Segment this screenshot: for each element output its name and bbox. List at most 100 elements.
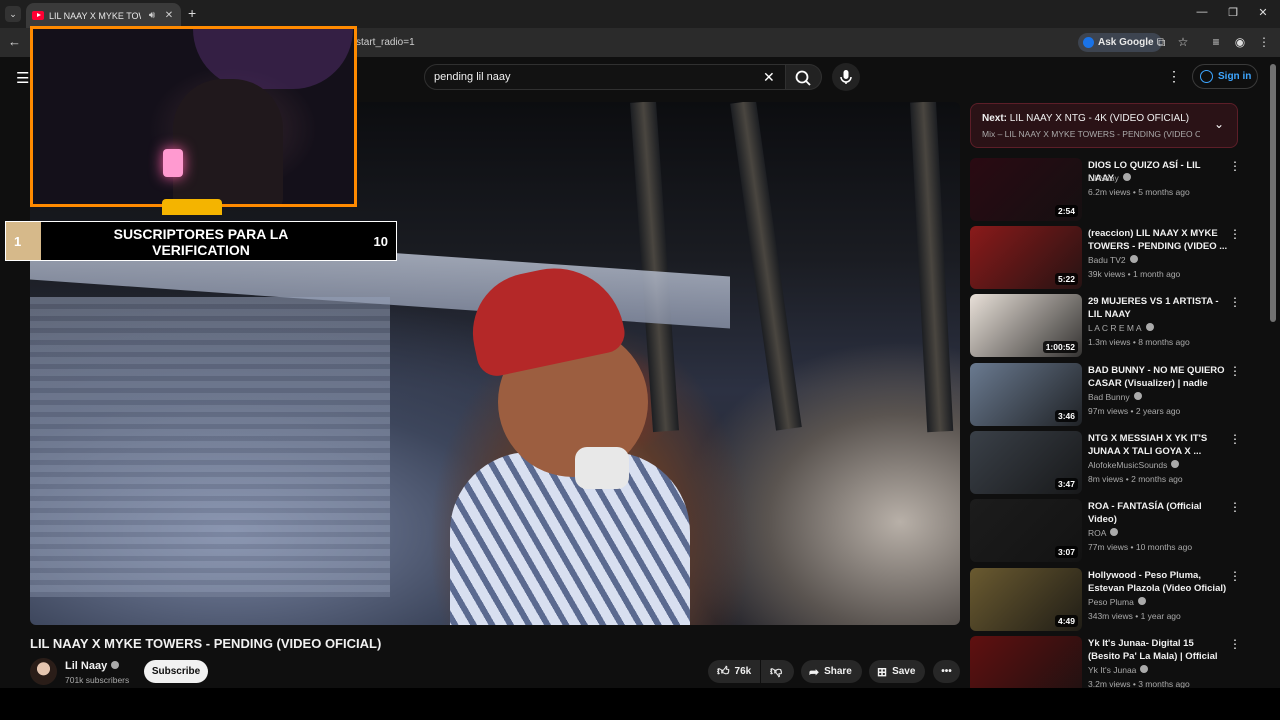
recommended-video[interactable]: 5:22 (reaccion) LIL NAAY X MYKE TOWERS - …: [970, 226, 1255, 290]
like-count: 76k: [734, 666, 752, 677]
up-next-mix[interactable]: Next: LIL NAAY X NTG - 4K (VIDEO OFICIAL…: [970, 103, 1238, 148]
video-options-kebab-icon[interactable]: ⋮: [1229, 500, 1241, 514]
recommended-channel: ROA: [1088, 528, 1119, 538]
recommended-video-meta: 39k views • 1 month ago: [1088, 269, 1181, 279]
recommended-video-title[interactable]: ROA - FANTASÍA (Official Video): [1088, 500, 1228, 526]
recommended-video[interactable]: 3:46 BAD BUNNY - NO ME QUIERO CASAR (Visu…: [970, 363, 1255, 427]
search-button[interactable]: [786, 64, 822, 90]
recommended-channel: Badu TV2: [1088, 255, 1138, 265]
streamer-webcam: [30, 26, 357, 207]
share-button[interactable]: ➦ Share: [801, 660, 862, 683]
settings-kebab-icon[interactable]: ⋮: [1167, 68, 1181, 85]
voice-search-button[interactable]: [832, 63, 860, 91]
recommended-video-title[interactable]: NTG X MESSIAH X YK IT'S JUNAA X TALI GOY…: [1088, 432, 1228, 458]
more-actions-button[interactable]: •••: [933, 660, 960, 683]
browser-tab[interactable]: LIL NAAY X MYKE TOWERS 🔊︎ ✕: [26, 3, 181, 28]
video-frame-shirt: [450, 452, 690, 625]
recommended-video-title[interactable]: Yk It's Junaa- Digital 15 (Besito Pa' La…: [1088, 637, 1228, 663]
restore-icon[interactable]: ❐: [1226, 6, 1240, 19]
youtube-favicon-icon: [32, 11, 44, 20]
video-options-kebab-icon[interactable]: ⋮: [1229, 569, 1241, 583]
recommended-channel: Lil Naay: [1088, 173, 1131, 183]
video-options-kebab-icon[interactable]: ⋮: [1229, 227, 1241, 241]
user-icon: [1200, 70, 1213, 83]
ask-google-button[interactable]: Ask Google: [1078, 33, 1162, 52]
recommended-video-title[interactable]: 29 MUJERES VS 1 ARTISTA - LIL NAAY: [1088, 295, 1228, 321]
up-next-video-title: LIL NAAY X NTG - 4K (VIDEO OFICIAL): [1009, 113, 1190, 124]
recommended-video[interactable]: 4:49 Hollywood - Peso Pluma, Estevan Plaz…: [970, 568, 1255, 632]
tab-search-icon[interactable]: ⌄: [5, 6, 21, 22]
channel-avatar[interactable]: [30, 658, 57, 685]
address-bar[interactable]: start_radio=1: [356, 37, 415, 48]
close-tab-icon[interactable]: ✕: [163, 10, 175, 21]
search-input[interactable]: pending lil naay ✕: [424, 64, 786, 90]
video-frame-wall: [30, 297, 390, 597]
verified-icon: [1145, 323, 1154, 331]
bookmark-star-icon[interactable]: ☆: [1176, 35, 1190, 49]
clear-search-icon[interactable]: ✕: [763, 69, 775, 86]
channel-name-text[interactable]: Lil Naay: [65, 660, 107, 672]
video-options-kebab-icon[interactable]: ⋮: [1229, 159, 1241, 173]
video-title: LIL NAAY X MYKE TOWERS - PENDING (VIDEO …: [30, 636, 382, 651]
video-thumbnail[interactable]: 1:00:52: [970, 294, 1082, 357]
verified-icon: [1110, 528, 1119, 536]
video-thumbnail[interactable]: 3:07: [970, 499, 1082, 562]
back-arrow-icon[interactable]: ←: [8, 34, 21, 49]
more-horizontal-icon: •••: [941, 666, 952, 677]
page-scrollbar[interactable]: [1270, 64, 1276, 322]
video-options-kebab-icon[interactable]: ⋮: [1229, 295, 1241, 309]
video-thumbnail[interactable]: 3:46: [970, 363, 1082, 426]
recommended-video-title[interactable]: (reaccion) LIL NAAY X MYKE TOWERS - PEND…: [1088, 227, 1228, 253]
sign-in-button[interactable]: Sign in: [1192, 64, 1258, 89]
video-options-kebab-icon[interactable]: ⋮: [1229, 432, 1241, 446]
audio-playing-icon[interactable]: 🔊︎: [146, 10, 158, 21]
recommended-video[interactable]: 3:47 NTG X MESSIAH X YK IT'S JUNAA X TALI…: [970, 431, 1255, 495]
share-label: Share: [824, 666, 852, 677]
recommended-video-meta: 1.3m views • 8 months ago: [1088, 337, 1190, 347]
recommended-channel: AlofokeMusicSounds: [1088, 460, 1180, 470]
video-thumbnail[interactable]: 5:22: [970, 226, 1082, 289]
verified-icon: [1133, 392, 1142, 400]
thumbs-up-icon: 👍︎: [717, 664, 730, 678]
webcam-person: [173, 79, 283, 204]
streamer-logo: [162, 199, 222, 215]
dislike-button[interactable]: 👎︎: [761, 660, 794, 683]
recommended-channel-name: ROA: [1088, 528, 1107, 538]
media-controls-icon[interactable]: ≡: [1209, 35, 1223, 49]
close-window-icon[interactable]: ✕: [1256, 6, 1270, 19]
profile-icon[interactable]: ◉: [1233, 35, 1247, 49]
subscriber-goal-bar: 1 SUSCRIPTORES PARA LA VERIFICATION 10: [5, 221, 397, 261]
like-button[interactable]: 👍︎ 76k: [708, 660, 760, 683]
save-button[interactable]: ⊞ Save: [869, 660, 925, 683]
recommended-video-title[interactable]: Hollywood - Peso Pluma, Estevan Plazola …: [1088, 569, 1228, 595]
recommended-channel-name: Yk It's Junaa: [1088, 665, 1137, 675]
recommended-video[interactable]: 3:07 ROA - FANTASÍA (Official Video) ROA 77…: [970, 499, 1255, 563]
recommended-channel-name: L A C R E M A: [1088, 323, 1142, 333]
verified-icon: [111, 661, 120, 669]
video-duration: 4:49: [1054, 615, 1078, 627]
video-options-kebab-icon[interactable]: ⋮: [1229, 637, 1241, 651]
channel-name[interactable]: Lil Naay: [65, 660, 120, 672]
install-app-icon[interactable]: ⧉: [1154, 35, 1168, 50]
video-thumbnail[interactable]: 3:47: [970, 431, 1082, 494]
recommended-video-meta: 343m views • 1 year ago: [1088, 611, 1181, 621]
recommended-video[interactable]: 2:54 DIOS LO QUIZO ASÍ - LIL NAAY Lil Naay…: [970, 158, 1255, 222]
hamburger-menu-icon[interactable]: ☰: [16, 69, 29, 87]
new-tab-icon[interactable]: +: [188, 5, 196, 21]
recommended-video[interactable]: 1:00:52 29 MUJERES VS 1 ARTISTA - LIL NAA…: [970, 294, 1255, 358]
browser-menu-icon[interactable]: ⋮: [1257, 35, 1271, 49]
recommended-video-meta: 77m views • 10 months ago: [1088, 542, 1193, 552]
goal-title: SUSCRIPTORES PARA LA VERIFICATION: [113, 226, 289, 258]
minimize-icon[interactable]: —: [1195, 6, 1209, 18]
video-options-kebab-icon[interactable]: ⋮: [1229, 364, 1241, 378]
subscribe-button[interactable]: Subscribe: [144, 660, 208, 683]
tab-title: LIL NAAY X MYKE TOWERS: [49, 10, 141, 21]
chevron-down-icon[interactable]: ⌄: [1214, 117, 1224, 131]
up-next-prefix: Next:: [982, 113, 1008, 124]
subscriber-count: 701k subscribers: [65, 675, 130, 685]
video-duration: 5:22: [1054, 273, 1078, 285]
video-thumbnail[interactable]: 2:54: [970, 158, 1082, 221]
recommended-video-title[interactable]: BAD BUNNY - NO ME QUIERO CASAR (Visualiz…: [1088, 364, 1228, 390]
video-thumbnail[interactable]: 4:49: [970, 568, 1082, 631]
video-frame-palm: [730, 102, 802, 431]
